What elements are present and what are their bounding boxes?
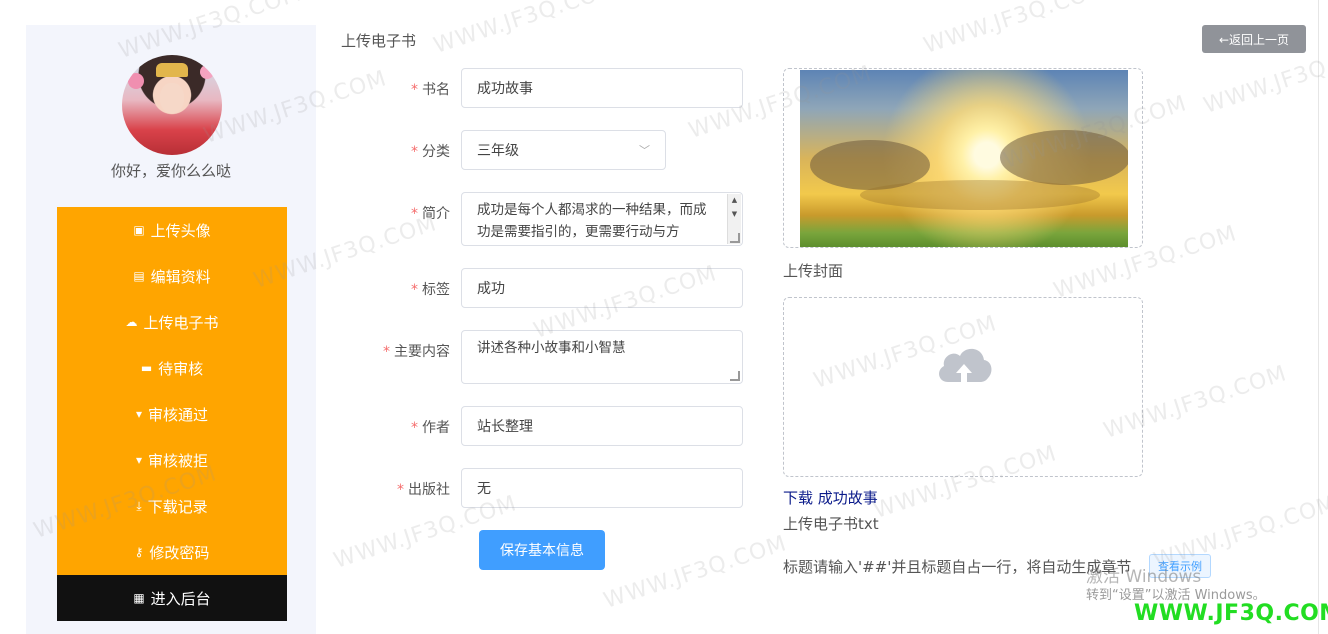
face-decoration bbox=[160, 83, 184, 113]
chapter-hint: 标题请输入'##'并且标题自占一行，将自动生成章节 bbox=[783, 558, 1132, 576]
cloud-shape bbox=[1000, 130, 1128, 185]
save-button[interactable]: 保存基本信息 bbox=[479, 530, 605, 570]
download-link[interactable]: 下载 成功故事 bbox=[783, 487, 878, 508]
sidebar-menu: ▣ 上传头像 ▤ 编辑资料 ☁ 上传电子书 ▬ 待审核 ▾ 审核通过 ▾ 审核被… bbox=[57, 207, 287, 621]
cover-image bbox=[800, 70, 1128, 247]
thumbs-down-icon: ▾ bbox=[135, 453, 142, 467]
sidebar-item-downloads[interactable]: ⤓ 下载记录 bbox=[57, 483, 287, 529]
download-icon: ⤓ bbox=[136, 498, 142, 513]
author-label: * 作者 bbox=[411, 420, 450, 436]
user-greeting: 你好，爱你么么哒 bbox=[110, 162, 231, 180]
sidebar-item-label: 进入后台 bbox=[150, 589, 211, 608]
title-label: * 书名 bbox=[411, 82, 450, 98]
sidebar-item-label: 待审核 bbox=[158, 359, 204, 378]
required-mark: * bbox=[397, 482, 404, 498]
cloud-shape bbox=[860, 180, 1100, 210]
back-button[interactable]: ←返回上一页 bbox=[1202, 25, 1306, 53]
content-textarea[interactable]: 讲述各种小故事和小智慧 bbox=[461, 330, 743, 384]
page-title: 上传电子书 bbox=[341, 32, 417, 50]
cloud-upload-icon bbox=[939, 348, 992, 382]
site-watermark-logo: WWW.JF3Q.COM bbox=[1134, 601, 1328, 626]
sidebar-item-label: 上传头像 bbox=[150, 221, 211, 240]
ebook-uploader[interactable] bbox=[783, 297, 1143, 477]
sidebar-item-admin[interactable]: ▦ 进入后台 bbox=[57, 575, 287, 621]
required-mark: * bbox=[411, 82, 418, 98]
flower-decoration bbox=[128, 73, 144, 89]
sidebar-item-edit-profile[interactable]: ▤ 编辑资料 bbox=[57, 253, 287, 299]
required-mark: * bbox=[411, 420, 418, 436]
required-mark: * bbox=[383, 344, 390, 360]
divider bbox=[1318, 0, 1319, 634]
required-mark: * bbox=[411, 282, 418, 298]
sidebar-item-label: 上传电子书 bbox=[143, 313, 219, 332]
cover-caption: 上传封面 bbox=[783, 262, 844, 280]
resize-handle-icon[interactable] bbox=[730, 371, 740, 381]
tags-input[interactable]: 成功 bbox=[461, 268, 743, 308]
sidebar-item-approved[interactable]: ▾ 审核通过 bbox=[57, 391, 287, 437]
sidebar-item-change-password[interactable]: ⚷ 修改密码 bbox=[57, 529, 287, 575]
sidebar-item-pending[interactable]: ▬ 待审核 bbox=[57, 345, 287, 391]
intro-text: 成功是每个人都渴求的一种结果，而成功是需要指引的，更需要行动与方 bbox=[477, 202, 707, 240]
image-icon: ▣ bbox=[133, 223, 145, 237]
sidebar-item-label: 修改密码 bbox=[149, 543, 210, 562]
sidebar-item-label: 下载记录 bbox=[147, 497, 208, 516]
title-input[interactable]: 成功故事 bbox=[461, 68, 743, 108]
tags-label: * 标签 bbox=[411, 282, 450, 298]
briefcase-icon: ▬ bbox=[140, 361, 153, 375]
cover-uploader[interactable] bbox=[783, 68, 1143, 248]
cloud-upload-icon: ☁ bbox=[125, 315, 138, 329]
sidebar-item-upload-ebook[interactable]: ☁ 上传电子书 bbox=[57, 299, 287, 345]
category-label: * 分类 bbox=[411, 144, 450, 160]
key-icon: ⚷ bbox=[134, 545, 144, 559]
required-mark: * bbox=[411, 206, 418, 222]
avatar[interactable] bbox=[122, 55, 222, 155]
thumbs-up-icon: ▾ bbox=[135, 407, 142, 421]
scroll-up-icon[interactable]: ▲ bbox=[728, 194, 741, 206]
category-value: 三年级 bbox=[477, 143, 519, 159]
content-text: 讲述各种小故事和小智慧 bbox=[477, 340, 626, 356]
required-mark: * bbox=[411, 144, 418, 160]
resize-handle-icon[interactable] bbox=[730, 233, 740, 243]
watermark: WWW.JF3Q.COM bbox=[430, 0, 621, 59]
flower-decoration bbox=[200, 65, 214, 79]
chevron-down-icon: ﹀ bbox=[639, 144, 650, 157]
sidebar-item-label: 审核被拒 bbox=[148, 451, 209, 470]
intro-textarea[interactable]: 成功是每个人都渴求的一种结果，而成功是需要指引的，更需要行动与方 ▲ ▼ bbox=[461, 192, 743, 246]
ebook-txt-caption: 上传电子书txt bbox=[783, 515, 879, 533]
grid-icon: ▦ bbox=[133, 591, 145, 605]
sidebar-item-label: 审核通过 bbox=[148, 405, 209, 424]
clipboard-icon: ▤ bbox=[133, 269, 145, 283]
sidebar-item-upload-avatar[interactable]: ▣ 上传头像 bbox=[57, 207, 287, 253]
intro-label: * 简介 bbox=[411, 206, 450, 222]
sidebar-item-rejected[interactable]: ▾ 审核被拒 bbox=[57, 437, 287, 483]
publisher-input[interactable]: 无 bbox=[461, 468, 743, 508]
category-select[interactable]: 三年级 ﹀ bbox=[461, 130, 666, 170]
sidebar-item-label: 编辑资料 bbox=[150, 267, 211, 286]
watermark: WWW.JF3Q.COM bbox=[600, 531, 791, 614]
content-label: * 主要内容 bbox=[383, 344, 450, 360]
watermark: WWW.JF3Q.COM bbox=[920, 0, 1111, 59]
crown-decoration bbox=[156, 63, 188, 77]
author-input[interactable]: 站长整理 bbox=[461, 406, 743, 446]
publisher-label: * 出版社 bbox=[397, 482, 450, 498]
scroll-down-icon[interactable]: ▼ bbox=[728, 208, 741, 220]
